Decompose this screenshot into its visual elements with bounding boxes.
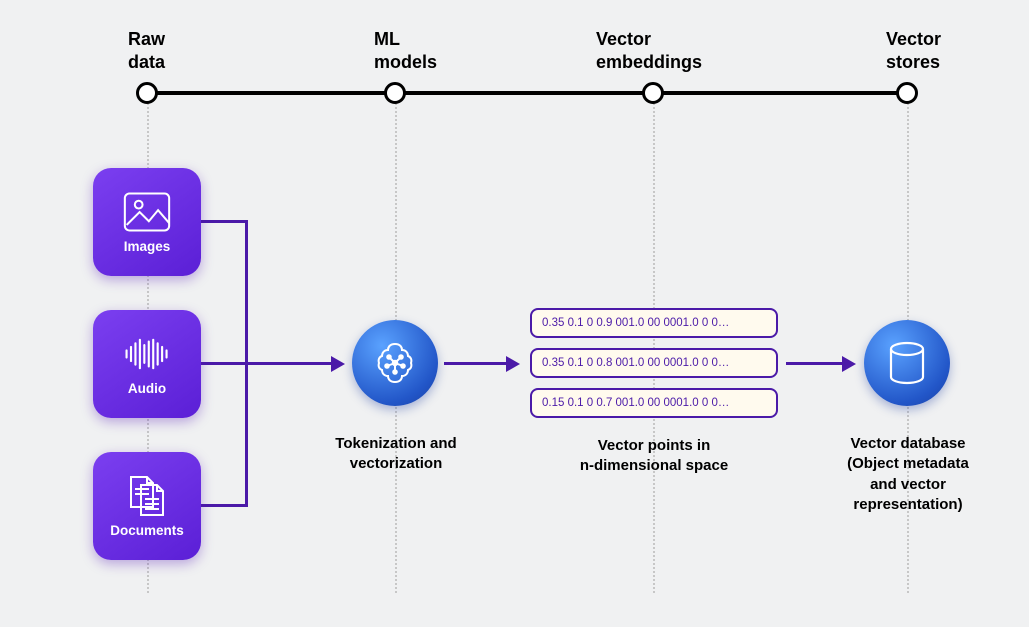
timeline-label-raw-data: Raw data xyxy=(128,28,165,73)
card-documents: Documents xyxy=(93,452,201,560)
vector-database-icon xyxy=(864,320,950,406)
vector-database-label: Vector database (Object metadata and vec… xyxy=(828,434,988,515)
embedding-row-1: 0.35 0.1 0 0.9 001.0 00 0001.0 0 0… xyxy=(530,308,778,338)
timeline-label-vector-embeddings: Vector embeddings xyxy=(596,28,702,73)
timeline-axis xyxy=(147,91,907,95)
card-documents-label: Documents xyxy=(110,523,184,538)
embedding-row-3: 0.15 0.1 0 0.7 001.0 00 0001.0 0 0… xyxy=(530,388,778,418)
audio-icon xyxy=(123,333,171,375)
connector-ml-to-emb xyxy=(444,362,508,365)
connector-emb-to-store xyxy=(786,362,844,365)
card-audio-label: Audio xyxy=(128,381,166,396)
connector-stub-audio xyxy=(201,362,245,365)
document-icon xyxy=(123,475,171,517)
timeline-label-ml-models: ML models xyxy=(374,28,437,73)
arrow-to-ml xyxy=(331,356,345,372)
embeddings-label: Vector points in n-dimensional space xyxy=(564,436,744,477)
timeline-node-4 xyxy=(896,82,918,104)
ml-model-label: Tokenization and vectorization xyxy=(318,434,474,475)
timeline-node-1 xyxy=(136,82,158,104)
card-audio: Audio xyxy=(93,310,201,418)
timeline-node-3 xyxy=(642,82,664,104)
connector-to-ml xyxy=(245,362,333,365)
card-images: Images xyxy=(93,168,201,276)
timeline-label-vector-stores: Vector stores xyxy=(886,28,941,73)
connector-stub-images xyxy=(201,220,245,223)
arrow-ml-to-emb xyxy=(506,356,520,372)
card-images-label: Images xyxy=(124,239,171,254)
ml-model-icon xyxy=(352,320,438,406)
connector-stub-documents xyxy=(201,504,245,507)
timeline-node-2 xyxy=(384,82,406,104)
image-icon xyxy=(123,191,171,233)
arrow-emb-to-store xyxy=(842,356,856,372)
embedding-row-2: 0.35 0.1 0 0.8 001.0 00 0001.0 0 0… xyxy=(530,348,778,378)
